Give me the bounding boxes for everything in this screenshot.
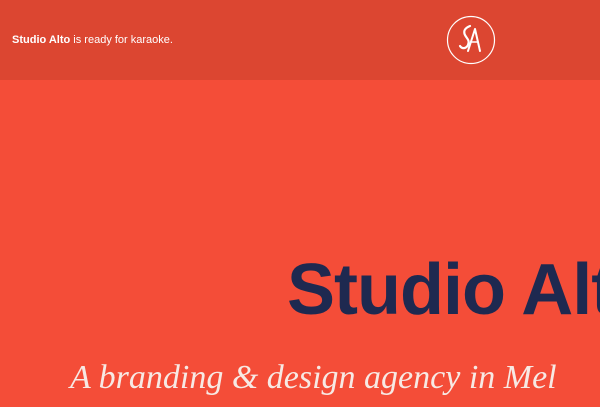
tagline-brand: Studio Alto (12, 34, 71, 46)
tagline-text: is ready for karaoke. (70, 34, 173, 46)
header-tagline: Studio Alto is ready for karaoke. (12, 33, 173, 47)
hero-title: Studio Alt (287, 250, 600, 330)
header-bar: Studio Alto is ready for karaoke. (0, 0, 600, 80)
studio-alto-logo-icon[interactable] (446, 15, 496, 65)
hero-subtitle: A branding & design agency in Mel (70, 359, 557, 396)
